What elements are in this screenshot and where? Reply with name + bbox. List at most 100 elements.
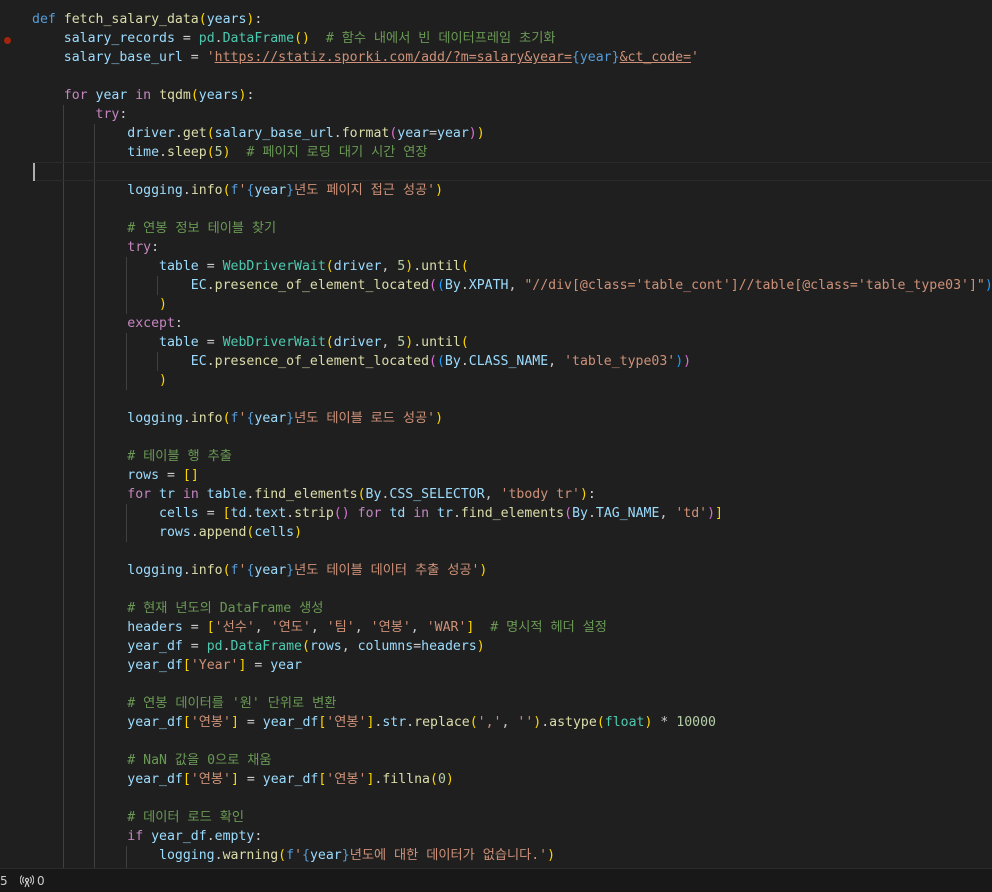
code-line[interactable]: logging.info(f'{year}년도 테이블 로드 성공') <box>32 409 992 428</box>
code-line[interactable]: for year in tqdm(years): <box>32 86 992 105</box>
code-token: driver <box>333 259 382 274</box>
code-line[interactable]: logging.warning(f'{year}년도에 대한 데이터가 없습니다… <box>32 846 992 865</box>
code-line[interactable]: EC.presence_of_element_located((By.CLASS… <box>32 352 992 371</box>
code-token: 'table_type03' <box>564 354 676 369</box>
code-token: "//div[@class='table_cont']//table[@clas… <box>524 278 985 293</box>
code-token: ] <box>715 506 723 521</box>
code-line[interactable] <box>32 789 992 808</box>
code-token: ( <box>436 354 445 369</box>
code-line[interactable] <box>32 390 992 409</box>
code-token: '연봉' <box>190 715 231 730</box>
code-token: CLASS_NAME <box>468 354 549 369</box>
code-token: . <box>214 31 223 46</box>
code-line[interactable]: rows.append(cells) <box>32 523 992 542</box>
code-line[interactable]: rows = [] <box>32 466 992 485</box>
code-line[interactable]: try: <box>32 238 992 257</box>
code-token: ) <box>476 639 485 654</box>
code-line[interactable]: driver.get(salary_base_url.format(year=y… <box>32 124 992 143</box>
code-line[interactable]: time.sleep(5) # 페이지 로딩 대기 시간 연장 <box>32 143 992 162</box>
code-token: , <box>381 259 398 274</box>
code-line[interactable]: # 연봉 데이터를 '원' 단위로 변환 <box>32 694 992 713</box>
code-token: '연봉' <box>190 772 231 787</box>
code-token: , <box>410 620 427 635</box>
code-line[interactable]: for tr in table.find_elements(By.CSS_SEL… <box>32 485 992 504</box>
code-token: '연봉' <box>370 620 411 635</box>
code-line[interactable]: # 연봉 정보 테이블 찾기 <box>32 219 992 238</box>
code-token: append <box>198 525 247 540</box>
code-token: ( <box>357 487 366 502</box>
code-token: driver <box>333 335 382 350</box>
code-token: () <box>333 506 350 521</box>
breakpoint-icon[interactable] <box>4 37 11 44</box>
code-token: # 테이블 행 추출 <box>127 449 232 464</box>
code-line[interactable]: ) <box>32 295 992 314</box>
code-line[interactable]: year_df['Year'] = year <box>32 656 992 675</box>
code-token: ' <box>294 848 303 863</box>
code-line[interactable]: table = WebDriverWait(driver, 5).until( <box>32 257 992 276</box>
code-token: try <box>95 107 120 122</box>
code-line[interactable] <box>32 200 992 219</box>
code-line[interactable]: cells = [td.text.strip() for td in tr.fi… <box>32 504 992 523</box>
code-token: '연봉' <box>326 715 367 730</box>
code-line[interactable]: # 테이블 행 추출 <box>32 447 992 466</box>
code-token: EC <box>190 354 207 369</box>
code-token: cells <box>254 525 295 540</box>
code-line[interactable] <box>32 580 992 599</box>
code-line[interactable] <box>32 732 992 751</box>
code-token: . <box>182 183 191 198</box>
code-token: cells <box>159 506 199 521</box>
code-line[interactable]: year_df['연봉'] = year_df['연봉'].fillna(0) <box>32 770 992 789</box>
code-line[interactable]: year_df = pd.DataFrame(rows, columns=hea… <box>32 637 992 656</box>
code-token: . <box>206 829 215 844</box>
code-line[interactable] <box>32 542 992 561</box>
code-token: year <box>254 563 287 578</box>
code-token: '연봉' <box>326 772 367 787</box>
code-editor[interactable]: def fetch_salary_data(years): salary_rec… <box>0 0 992 868</box>
code-line[interactable]: salary_base_url = 'https://statiz.sporki… <box>32 48 992 67</box>
code-token: ( <box>325 259 334 274</box>
code-line[interactable] <box>32 67 992 86</box>
code-line[interactable]: # 데이터 로드 확인 <box>32 808 992 827</box>
status-left-fragment[interactable]: 5 <box>0 873 8 889</box>
code-token: year_df <box>127 658 183 673</box>
code-line[interactable]: logging.info(f'{year}년도 테이블 데이터 추출 성공') <box>32 561 992 580</box>
code-token: . <box>460 278 469 293</box>
code-token: year_df <box>262 772 319 787</box>
code-token: : <box>587 487 596 502</box>
code-line[interactable] <box>32 428 992 447</box>
code-token: . <box>460 354 469 369</box>
code-line[interactable] <box>32 675 992 694</box>
code-line[interactable]: EC.presence_of_element_located((By.XPATH… <box>32 276 992 295</box>
code-token: : <box>174 316 183 331</box>
code-line[interactable]: # 현재 년도의 DataFrame 생성 <box>32 599 992 618</box>
code-line[interactable]: # NaN 값을 0으로 채움 <box>32 751 992 770</box>
code-token: [ <box>182 658 191 673</box>
code-token: ( <box>564 506 573 521</box>
code-line[interactable]: def fetch_salary_data(years): <box>32 10 992 29</box>
code-token: ) <box>476 126 485 141</box>
code-token: ) <box>435 183 444 198</box>
code-line[interactable]: salary_records = pd.DataFrame() # 함수 내에서… <box>32 29 992 48</box>
code-line[interactable]: logging.info(f'{year}년도 페이지 접근 성공') <box>32 181 992 200</box>
code-line[interactable]: headers = ['선수', '연도', '팀', '연봉', 'WAR']… <box>32 618 992 637</box>
code-line[interactable]: year_df['연봉'] = year_df['연봉'].str.replac… <box>32 713 992 732</box>
code-line[interactable]: except: <box>32 314 992 333</box>
code-token: . <box>182 411 191 426</box>
code-token: ( <box>278 848 287 863</box>
ports-count[interactable]: 0 <box>37 873 45 889</box>
code-token: year <box>437 126 469 141</box>
code-line[interactable]: if year_df.empty: <box>32 827 992 846</box>
code-line[interactable]: table = WebDriverWait(driver, 5).until( <box>32 333 992 352</box>
code-line[interactable]: ) <box>32 371 992 390</box>
code-token: # 연봉 데이터를 '원' 단위로 변환 <box>127 696 337 711</box>
code-line[interactable] <box>32 162 992 181</box>
code-line[interactable]: try: <box>32 105 992 124</box>
code-token: table <box>159 335 199 350</box>
code-token: ( <box>222 183 231 198</box>
code-token: sleep <box>167 145 207 160</box>
code-token: warning <box>222 848 279 863</box>
code-token: except <box>127 316 175 331</box>
